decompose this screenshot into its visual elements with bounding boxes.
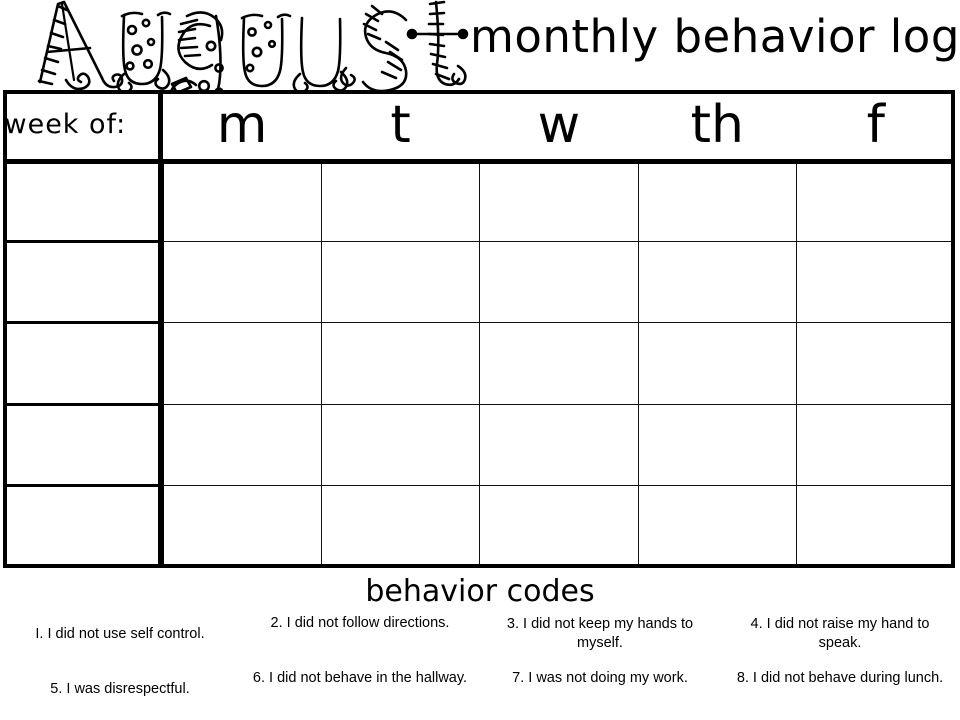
behavior-code-1: I. I did not use self control. bbox=[0, 612, 240, 666]
letter-S-glyph bbox=[339, 4, 408, 93]
cell-friday-2[interactable] bbox=[796, 241, 955, 324]
cell-friday-5[interactable] bbox=[796, 485, 955, 567]
behavior-code-7: 7. I was not doing my work. bbox=[480, 666, 720, 720]
behavior-code-2: 2. I did not follow directions. bbox=[240, 612, 480, 666]
letter-A-glyph bbox=[37, 0, 124, 91]
behavior-code-3: 3. I did not keep my hands to myself. bbox=[480, 612, 720, 666]
cell-tuesday-3[interactable] bbox=[321, 322, 481, 405]
behavior-code-2-text: 2. I did not follow directions. bbox=[270, 615, 450, 631]
cell-wednesday-4[interactable] bbox=[479, 404, 639, 486]
cell-week-of-3[interactable] bbox=[2, 321, 165, 406]
letter-u-glyph bbox=[116, 11, 172, 94]
behavior-code-7-text: 7. I was not doing my work. bbox=[512, 670, 688, 686]
column-header-monday: m bbox=[162, 90, 322, 161]
table-row bbox=[2, 158, 955, 244]
cell-tuesday-1[interactable] bbox=[321, 160, 481, 243]
cell-monday-5[interactable] bbox=[162, 485, 322, 567]
title-band: monthly behavior log bbox=[0, 0, 960, 114]
table-row bbox=[2, 321, 955, 406]
behavior-code-4: 4. I did not raise my hand to speak. bbox=[720, 612, 960, 666]
cell-week-of-1[interactable] bbox=[2, 158, 165, 244]
cell-wednesday-3[interactable] bbox=[479, 322, 639, 405]
table-row bbox=[2, 402, 955, 487]
column-header-friday: f bbox=[796, 90, 955, 161]
behavior-codes-row-1: I. I did not use self control. 2. I did … bbox=[0, 612, 960, 666]
behavior-code-8-text: 8. I did not behave during lunch. bbox=[736, 670, 944, 686]
behavior-code-3-text: 3. I did not keep my hands to myself. bbox=[506, 616, 694, 651]
column-header-tuesday: t bbox=[321, 90, 480, 161]
cell-tuesday-4[interactable] bbox=[321, 404, 481, 486]
cell-monday-1[interactable] bbox=[162, 160, 322, 243]
cell-wednesday-1[interactable] bbox=[479, 160, 639, 243]
cell-monday-4[interactable] bbox=[162, 404, 322, 486]
cell-friday-3[interactable] bbox=[796, 322, 955, 405]
behavior-code-5-text: 5. I was disrespectful. bbox=[50, 681, 190, 697]
cell-thursday-1[interactable] bbox=[638, 160, 798, 243]
table-row bbox=[2, 240, 955, 325]
column-header-thursday: th bbox=[638, 90, 797, 161]
behavior-code-4-text: 4. I did not raise my hand to speak. bbox=[750, 616, 930, 651]
behavior-log-table: week of: m t w th f bbox=[2, 90, 955, 569]
cell-week-of-4[interactable] bbox=[2, 402, 165, 487]
letter-t-glyph bbox=[406, 0, 469, 87]
cell-monday-3[interactable] bbox=[162, 322, 322, 405]
column-header-wednesday: w bbox=[479, 90, 639, 161]
cell-monday-2[interactable] bbox=[162, 241, 322, 324]
cell-thursday-5[interactable] bbox=[638, 485, 798, 567]
column-header-week-of: week of: bbox=[4, 90, 163, 161]
behavior-code-8: 8. I did not behave during lunch. bbox=[720, 666, 960, 720]
behavior-codes-heading: behavior codes bbox=[365, 574, 595, 609]
behavior-codes-row-2: 5. I was disrespectful. 6. I did not beh… bbox=[0, 666, 960, 720]
letter-u3-glyph bbox=[292, 16, 349, 94]
cell-week-of-2[interactable] bbox=[2, 240, 165, 325]
cell-thursday-2[interactable] bbox=[638, 241, 798, 324]
cell-friday-4[interactable] bbox=[796, 404, 955, 486]
cell-week-of-5[interactable] bbox=[2, 483, 165, 569]
cell-wednesday-2[interactable] bbox=[479, 241, 639, 324]
cell-wednesday-5[interactable] bbox=[479, 485, 639, 567]
page-title: monthly behavior log bbox=[470, 10, 960, 63]
behavior-codes-list: I. I did not use self control. 2. I did … bbox=[0, 612, 960, 720]
behavior-log-worksheet: monthly behavior log week of: m t w th f bbox=[0, 0, 960, 720]
behavior-code-5: 5. I was disrespectful. bbox=[0, 666, 240, 720]
behavior-code-6: 6. I did not behave in the hallway. bbox=[240, 666, 480, 720]
table-row bbox=[2, 483, 955, 569]
cell-friday-1[interactable] bbox=[796, 160, 955, 243]
cell-thursday-3[interactable] bbox=[638, 322, 798, 405]
cell-tuesday-2[interactable] bbox=[321, 241, 481, 324]
behavior-code-1-text: I. I did not use self control. bbox=[35, 626, 205, 642]
cell-tuesday-5[interactable] bbox=[321, 485, 481, 567]
table-header-row: week of: m t w th f bbox=[4, 90, 955, 161]
cell-thursday-4[interactable] bbox=[638, 404, 798, 486]
behavior-code-6-text: 6. I did not behave in the hallway. bbox=[252, 670, 468, 686]
letter-u2-glyph bbox=[240, 13, 292, 88]
